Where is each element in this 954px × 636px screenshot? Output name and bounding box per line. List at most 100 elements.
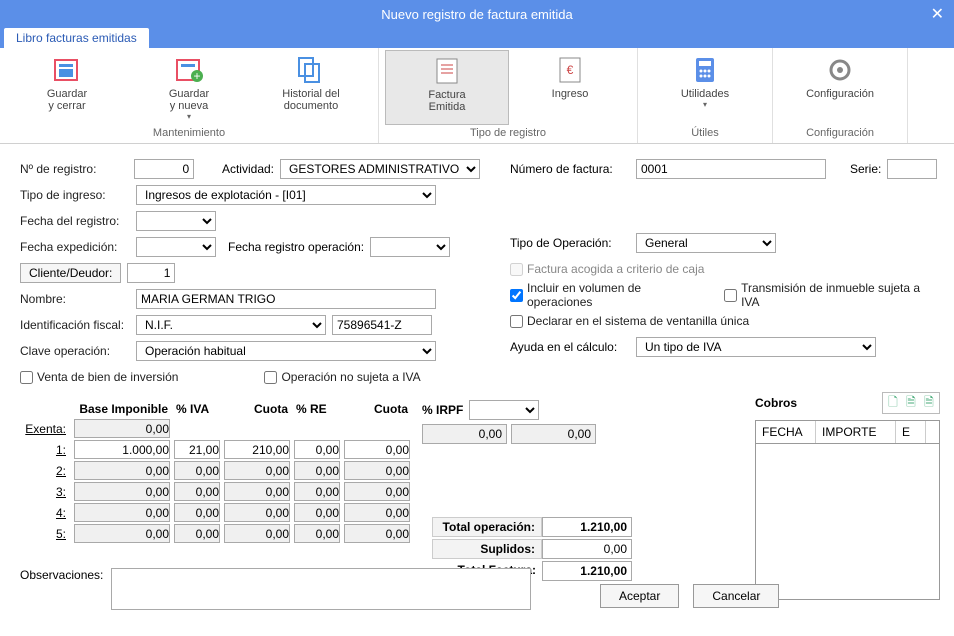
ribbon-label: Factura Emitida: [392, 89, 502, 113]
actividad-label: Actividad:: [222, 162, 274, 176]
base-input[interactable]: [74, 461, 170, 480]
tax-table: Base Imponible % IVA Cuota % RE Cuota Ex…: [20, 400, 412, 544]
ident-num-input[interactable]: [332, 315, 432, 335]
irpf-val1[interactable]: 0,00: [422, 424, 507, 444]
suplidos-label: Suplidos:: [432, 539, 542, 559]
th-re: % RE: [292, 400, 342, 418]
nregistro-input[interactable]: [134, 159, 194, 179]
fecha-registro-input[interactable]: [136, 211, 216, 231]
serie-input[interactable]: [887, 159, 937, 179]
th-iva: % IVA: [172, 400, 222, 418]
guardar-cerrar-button[interactable]: Guardar y cerrar: [6, 50, 128, 125]
cuota-input[interactable]: [224, 482, 290, 501]
cuota-input[interactable]: [224, 461, 290, 480]
add-doc-icon[interactable]: 🗋: [885, 395, 901, 411]
nombre-label: Nombre:: [20, 292, 130, 306]
configuracion-button[interactable]: Configuración: [779, 50, 901, 125]
ribbon-group-label: Mantenimiento: [6, 125, 372, 143]
iva-input[interactable]: [174, 482, 220, 501]
utilidades-button[interactable]: Utilidades ▾: [644, 50, 766, 125]
cuota2-input[interactable]: [344, 461, 410, 480]
tax-row-label: 3:: [20, 481, 72, 502]
base-input[interactable]: [74, 503, 170, 522]
clave-op-select[interactable]: Operación habitual: [136, 341, 436, 361]
incluir-vol-checkbox[interactable]: [510, 289, 523, 302]
fact-acogida-checkbox[interactable]: [510, 263, 523, 276]
col-importe[interactable]: IMPORTE: [816, 421, 896, 443]
cliente-deudor-button[interactable]: Cliente/Deudor:: [20, 263, 121, 283]
cancelar-button[interactable]: Cancelar: [693, 584, 779, 608]
ribbon-label: Utilidades: [650, 88, 760, 100]
close-icon[interactable]: ✕: [931, 4, 944, 24]
edit-doc-icon[interactable]: 🗎: [903, 395, 919, 411]
ribbon-group-label: Configuración: [779, 125, 901, 143]
ribbon-label: Guardar y cerrar: [12, 88, 122, 112]
th-base: Base Imponible: [72, 400, 172, 418]
tax-row-label: 4:: [20, 502, 72, 523]
historial-button[interactable]: Historial del documento: [250, 50, 372, 125]
tipo-ingreso-select[interactable]: Ingresos de explotación - [I01]: [136, 185, 436, 205]
cuota2-input[interactable]: [344, 503, 410, 522]
irpf-select[interactable]: [469, 400, 539, 420]
cuota-input[interactable]: [224, 503, 290, 522]
iva-input[interactable]: [174, 461, 220, 480]
re-input[interactable]: [294, 461, 340, 480]
col-fecha[interactable]: FECHA: [756, 421, 816, 443]
fecha-exped-input[interactable]: [136, 237, 216, 257]
guardar-nueva-button[interactable]: + Guardar y nueva ▾: [128, 50, 250, 125]
re-input[interactable]: [294, 503, 340, 522]
ribbon-label: Ingreso: [515, 88, 625, 100]
cuota-input[interactable]: [224, 440, 290, 459]
tax-row-label: 5:: [20, 523, 72, 544]
aceptar-button[interactable]: Aceptar: [600, 584, 679, 608]
declarar-vent-checkbox[interactable]: [510, 315, 523, 328]
cuota-input[interactable]: [224, 524, 290, 543]
tax-row-label: Exenta:: [20, 418, 72, 439]
cuota2-input[interactable]: [344, 482, 410, 501]
op-no-sujeta-checkbox[interactable]: [264, 371, 277, 384]
base-input[interactable]: [74, 482, 170, 501]
tipo-operacion-select[interactable]: General: [636, 233, 776, 253]
venta-inversion-label: Venta de bien de inversión: [37, 370, 178, 384]
base-input[interactable]: [74, 440, 170, 459]
del-doc-icon[interactable]: 🗎: [921, 395, 937, 411]
trans-inmueble-checkbox[interactable]: [724, 289, 737, 302]
num-factura-label: Número de factura:: [510, 162, 630, 176]
op-no-sujeta-label: Operación no sujeta a IVA: [281, 370, 420, 384]
fecha-reg-op-label: Fecha registro operación:: [228, 240, 364, 254]
tab-libro[interactable]: Libro facturas emitidas: [4, 28, 149, 48]
ayuda-calculo-select[interactable]: Un tipo de IVA: [636, 337, 876, 357]
base-input[interactable]: [74, 524, 170, 543]
suplidos-value[interactable]: 0,00: [542, 539, 632, 559]
declarar-vent-label: Declarar en el sistema de ventanilla úni…: [527, 314, 749, 328]
irpf-val2[interactable]: 0,00: [511, 424, 596, 444]
base-input[interactable]: [74, 419, 170, 438]
iva-input[interactable]: [174, 524, 220, 543]
factura-emitida-button[interactable]: Factura Emitida: [385, 50, 509, 125]
total-op-value: 1.210,00: [542, 517, 632, 537]
ingreso-button[interactable]: € Ingreso: [509, 50, 631, 125]
re-input[interactable]: [294, 482, 340, 501]
cobros-panel: Cobros 🗋 🗎 🗎 FECHA IMPORTE E: [755, 392, 940, 600]
fecha-reg-op-input[interactable]: [370, 237, 450, 257]
total-fact-value: 1.210,00: [542, 561, 632, 581]
ribbon-label: Historial del documento: [256, 88, 366, 112]
cuota2-input[interactable]: [344, 440, 410, 459]
iva-input[interactable]: [174, 503, 220, 522]
nombre-input[interactable]: [136, 289, 436, 309]
calculator-icon: [689, 54, 721, 86]
re-input[interactable]: [294, 440, 340, 459]
actividad-select[interactable]: GESTORES ADMINISTRATIVOS: [280, 159, 480, 179]
venta-inversion-checkbox[interactable]: [20, 371, 33, 384]
clave-op-label: Clave operación:: [20, 344, 130, 358]
iva-input[interactable]: [174, 440, 220, 459]
cliente-num-input[interactable]: [127, 263, 175, 283]
observaciones-input[interactable]: [111, 568, 531, 610]
ident-tipo-select[interactable]: N.I.F.: [136, 315, 326, 335]
nregistro-label: Nº de registro:: [20, 162, 128, 176]
total-op-label: Total operación:: [432, 517, 542, 537]
re-input[interactable]: [294, 524, 340, 543]
cuota2-input[interactable]: [344, 524, 410, 543]
col-e[interactable]: E: [896, 421, 926, 443]
num-factura-input[interactable]: [636, 159, 826, 179]
